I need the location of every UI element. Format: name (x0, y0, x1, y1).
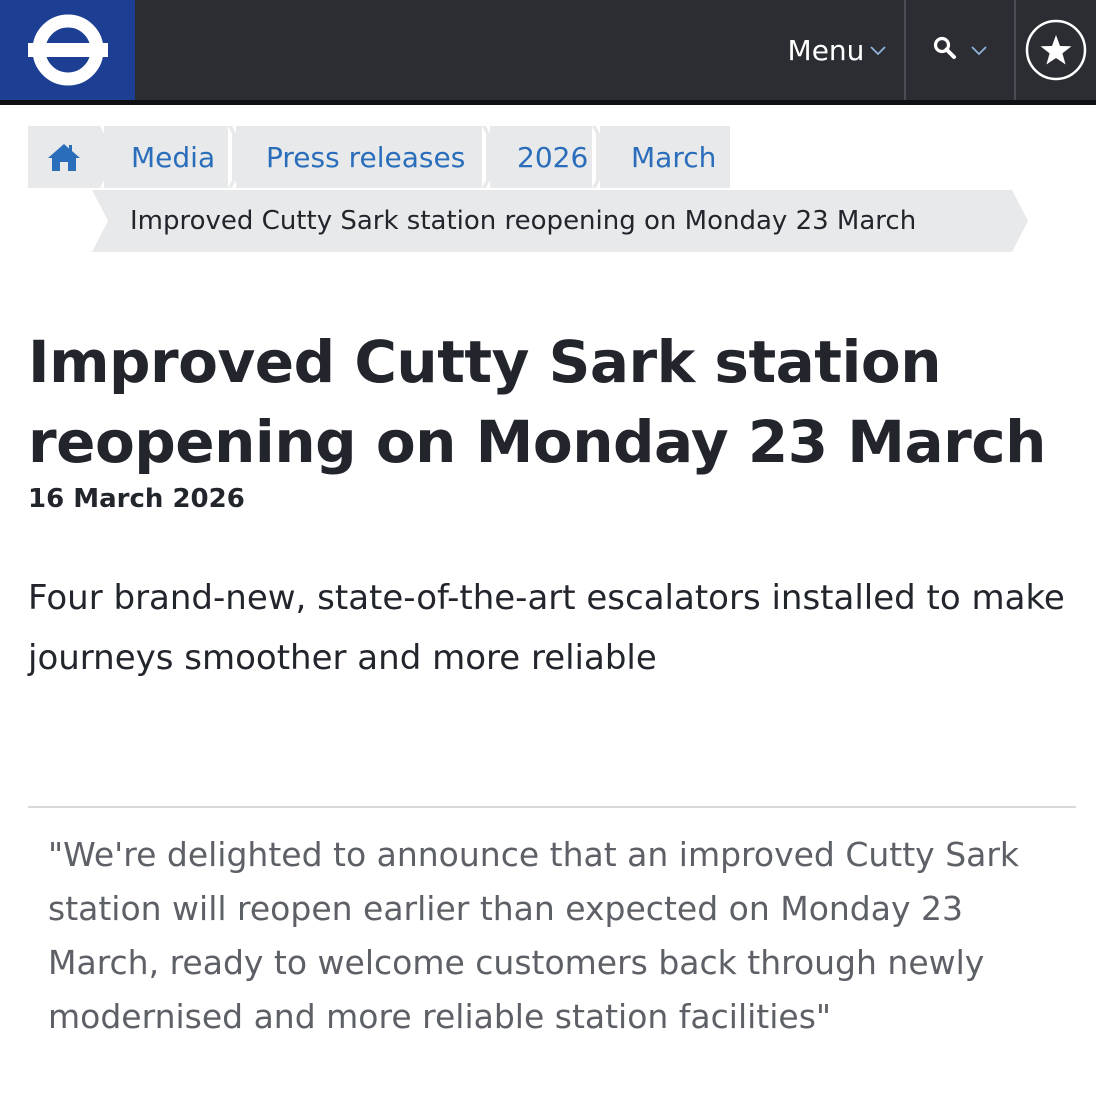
standfirst: Four brand-new, state-of-the-art escalat… (28, 578, 1065, 678)
breadcrumb-label: 2026 (517, 140, 589, 174)
publish-date: 16 March 2026 (28, 484, 245, 514)
header-underline (0, 100, 1096, 105)
breadcrumb-item-2026[interactable]: 2026 (490, 126, 596, 188)
breadcrumb-arrow (1012, 190, 1028, 252)
pull-quote: "We're delighted to announce that an imp… (48, 835, 1020, 1036)
menu-label: Menu (787, 33, 865, 67)
search-icon (933, 36, 957, 64)
chevron-down-icon (870, 41, 887, 60)
breadcrumb-label: March (631, 140, 717, 174)
page-title: Improved Cutty Sark station reopening on… (28, 328, 1046, 476)
divider (28, 806, 1076, 808)
favourites-button[interactable] (1016, 0, 1096, 100)
search-button[interactable] (906, 0, 1014, 100)
breadcrumb-item-press-releases[interactable]: Press releases (236, 126, 486, 188)
breadcrumb-item-media[interactable]: Media (104, 126, 232, 188)
roundel-icon (28, 14, 108, 86)
breadcrumb-separator (92, 190, 108, 252)
breadcrumb-current-label: Improved Cutty Sark station reopening on… (130, 206, 917, 236)
chevron-down-icon (971, 41, 987, 60)
star-icon (1025, 19, 1087, 81)
breadcrumb-item-march[interactable]: March (600, 126, 730, 188)
menu-button[interactable]: Menu (770, 0, 904, 100)
roundel-logo-link[interactable] (0, 0, 135, 100)
breadcrumb-home[interactable] (28, 126, 100, 188)
home-icon (48, 144, 80, 171)
breadcrumb-label: Media (131, 140, 216, 174)
breadcrumb-current-page: Improved Cutty Sark station reopening on… (92, 190, 1012, 252)
breadcrumb-label: Press releases (266, 140, 466, 174)
